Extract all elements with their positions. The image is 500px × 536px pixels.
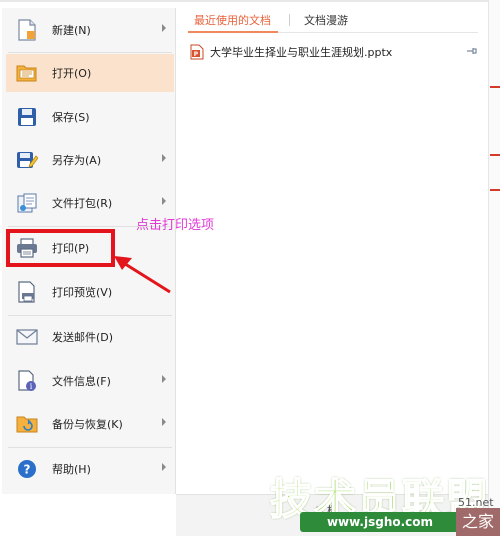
menu-label-print-preview: 打印预览(V) <box>52 286 113 299</box>
menu-label-new: 新建(N) <box>52 24 91 37</box>
menu-separator <box>8 315 172 316</box>
chevron-right-icon <box>162 24 166 32</box>
menu-item-open[interactable]: 打开(O) <box>6 54 174 92</box>
chevron-right-icon <box>162 375 166 383</box>
window-top-border <box>0 0 500 2</box>
chevron-right-icon <box>162 197 166 205</box>
annotation-text: 点击打印选项 <box>136 218 215 233</box>
menu-label-send-mail: 发送邮件(D) <box>52 331 114 344</box>
menu-item-backup[interactable]: 备份与恢复(K) <box>6 405 174 443</box>
open-folder-icon <box>16 62 38 84</box>
pin-icon[interactable] <box>466 46 478 56</box>
svg-text:P: P <box>194 51 199 58</box>
save-icon <box>16 106 38 128</box>
edge-red-mark <box>490 189 500 191</box>
menu-label-file-info: 文件信息(F) <box>52 375 111 388</box>
tab-divider <box>289 14 290 26</box>
new-doc-icon <box>16 19 38 41</box>
menu-label-save-as: 另存为(A) <box>52 154 102 167</box>
save-as-icon <box>16 149 38 171</box>
menu-item-send-mail[interactable]: 发送邮件(D) <box>6 318 174 356</box>
recent-documents-panel: 最近使用的文档 文档漫游 P 大学毕业生择业与职业生涯规划.pptx <box>178 8 488 494</box>
tab-document-roaming[interactable]: 文档漫游 <box>304 12 348 28</box>
mail-icon <box>16 326 38 348</box>
pptx-file-icon: P <box>190 44 204 60</box>
highlight-box <box>6 229 115 267</box>
menu-label-backup: 备份与恢复(K) <box>52 418 123 431</box>
annotation-arrow <box>114 256 171 294</box>
file-info-icon: i <box>16 370 38 392</box>
chevron-right-icon <box>162 154 166 162</box>
menu-label-open: 打开(O) <box>52 67 92 80</box>
edge-red-mark <box>490 154 500 156</box>
help-icon: ? <box>16 458 38 480</box>
active-tab-indicator <box>188 31 278 33</box>
menu-separator <box>8 447 172 448</box>
package-icon <box>16 192 38 214</box>
svg-text:?: ? <box>24 463 31 477</box>
chevron-right-icon <box>162 418 166 426</box>
tab-recent-documents[interactable]: 最近使用的文档 <box>194 12 271 28</box>
recent-file-item[interactable]: P 大学毕业生择业与职业生涯规划.pptx <box>190 42 486 62</box>
app-window: 新建(N) 打开(O) 保存(S) 另存为(A) 文件打包(R) 打印(P) 打… <box>0 0 500 536</box>
window-right-edge <box>488 0 500 536</box>
menu-item-help[interactable]: ? 帮助(H) <box>6 450 174 488</box>
backup-icon <box>16 413 38 435</box>
chevron-right-icon <box>162 463 166 471</box>
menu-label-help: 帮助(H) <box>52 463 91 476</box>
menu-separator <box>8 52 172 53</box>
menu-item-save-as[interactable]: 另存为(A) <box>6 141 174 179</box>
edge-red-mark <box>490 86 500 88</box>
menu-item-new[interactable]: 新建(N) <box>6 11 174 49</box>
watermark-corner: 之家 <box>456 508 500 536</box>
menu-label-save: 保存(S) <box>52 111 90 124</box>
recent-file-name: 大学毕业生择业与职业生涯规划.pptx <box>210 46 393 59</box>
menu-label-package: 文件打包(R) <box>52 197 113 210</box>
svg-text:i: i <box>30 382 33 391</box>
print-preview-icon <box>16 281 38 303</box>
menu-item-save[interactable]: 保存(S) <box>6 98 174 136</box>
watermark-url: www.jsgho.com <box>300 512 460 532</box>
menu-item-file-info[interactable]: i 文件信息(F) <box>6 362 174 400</box>
